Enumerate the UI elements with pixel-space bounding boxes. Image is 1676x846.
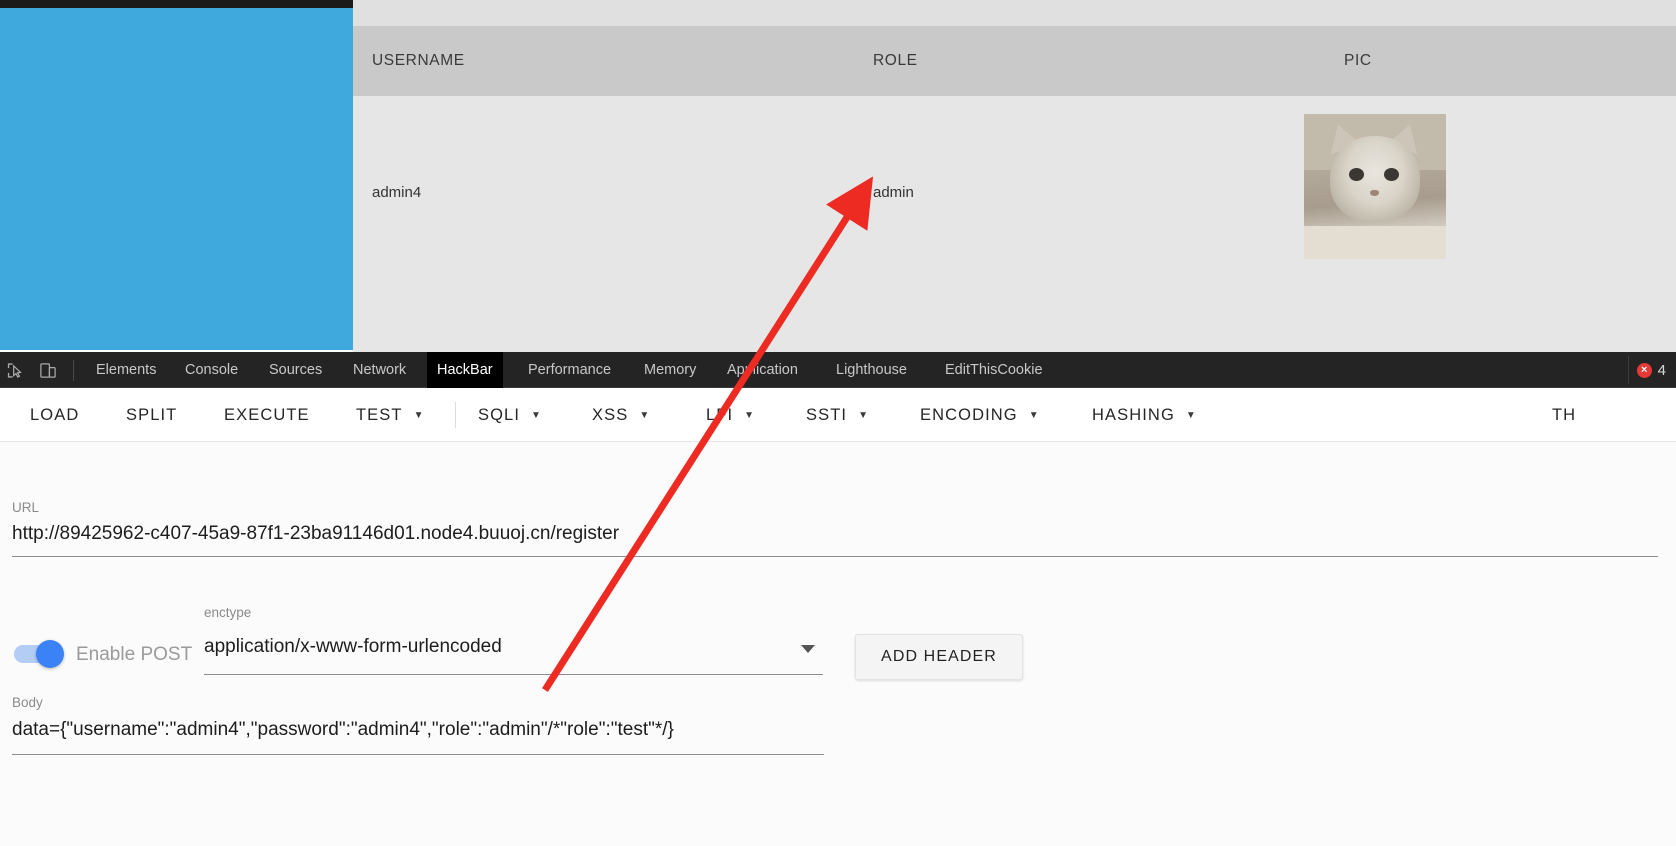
cat-eye-right	[1384, 168, 1399, 181]
label: XSS	[592, 406, 629, 424]
cat-eye-left	[1349, 168, 1364, 181]
chevron-down-icon: ▼	[1028, 409, 1040, 421]
tab-lighthouse[interactable]: Lighthouse	[826, 352, 917, 388]
column-header-username: USERNAME	[372, 52, 465, 69]
column-header-pic: PIC	[1344, 52, 1372, 69]
label: SPLIT	[126, 406, 178, 424]
cat-head	[1330, 136, 1420, 222]
cell-username: admin4	[372, 184, 422, 201]
chevron-down-icon: ▼	[531, 409, 543, 421]
enctype-select[interactable]: application/x-www-form-urlencoded	[204, 636, 502, 658]
chevron-down-icon: ▼	[413, 409, 425, 421]
table-header-row	[353, 26, 1676, 96]
hackbar-execute-button[interactable]: EXECUTE	[224, 388, 310, 442]
label: LFI	[706, 406, 734, 424]
devtools-panel: Elements Console Sources Network HackBar…	[0, 352, 1676, 846]
column-header-role: ROLE	[873, 52, 918, 69]
chevron-down-icon[interactable]	[801, 645, 815, 653]
browser-viewport: USERNAME ROLE PIC admin4 admin	[0, 0, 1676, 352]
users-table: USERNAME ROLE PIC admin4 admin	[353, 0, 1676, 352]
devtools-tab-bar: Elements Console Sources Network HackBar…	[0, 352, 1676, 388]
hackbar-test-menu[interactable]: TEST ▼	[356, 388, 425, 442]
hackbar-sqli-menu[interactable]: SQLI ▼	[478, 388, 542, 442]
hackbar-lfi-menu[interactable]: LFI ▼	[706, 388, 755, 442]
hackbar-hashing-menu[interactable]: HASHING ▼	[1092, 388, 1197, 442]
tab-console[interactable]: Console	[175, 352, 248, 388]
hackbar-encoding-menu[interactable]: ENCODING ▼	[920, 388, 1040, 442]
enable-post-label: Enable POST	[76, 644, 193, 665]
hackbar-xss-menu[interactable]: XSS ▼	[592, 388, 650, 442]
error-count-badge[interactable]: × 4	[1627, 356, 1676, 384]
label: TH	[1552, 406, 1577, 424]
body-input-underline	[12, 754, 824, 755]
blue-side-panel	[0, 8, 353, 350]
hackbar-load-button[interactable]: LOAD	[30, 388, 79, 442]
device-toolbar-icon[interactable]	[38, 361, 58, 380]
label: SQLI	[478, 406, 521, 424]
label: ENCODING	[920, 406, 1018, 424]
add-header-button[interactable]: ADD HEADER	[855, 634, 1023, 680]
tab-hackbar[interactable]: HackBar	[427, 352, 503, 388]
cell-role: admin	[873, 184, 914, 201]
table-topbar	[353, 0, 1676, 26]
photo-background-floor	[1304, 226, 1446, 259]
hackbar-toolbar: LOAD SPLIT EXECUTE TEST ▼ SQLI ▼ XSS ▼ LFI ▼…	[0, 388, 1676, 442]
cat-nose	[1370, 190, 1379, 196]
tab-memory[interactable]: Memory	[634, 352, 706, 388]
chevron-down-icon: ▼	[744, 409, 756, 421]
url-field-label: URL	[12, 500, 40, 515]
hackbar-ssti-menu[interactable]: SSTI ▼	[806, 388, 869, 442]
top-dark-strip	[0, 0, 353, 8]
tab-editthiscookie[interactable]: EditThisCookie	[935, 352, 1053, 388]
inspect-element-icon[interactable]	[5, 361, 25, 380]
chevron-down-icon: ▼	[1185, 409, 1197, 421]
table-row: admin4 admin	[353, 96, 1676, 352]
toolbar-group-separator	[455, 402, 456, 428]
tab-elements[interactable]: Elements	[86, 352, 166, 388]
label: EXECUTE	[224, 406, 310, 424]
hackbar-overflow-menu[interactable]: TH	[1552, 388, 1576, 442]
url-input[interactable]: http://89425962-c407-45a9-87f1-23ba91146…	[12, 523, 619, 545]
cat-photo-image	[1304, 114, 1446, 259]
chevron-down-icon: ▼	[639, 409, 651, 421]
error-icon: ×	[1636, 362, 1652, 378]
enctype-underline	[204, 674, 823, 675]
tab-application[interactable]: Application	[717, 352, 808, 388]
enctype-label: enctype	[204, 605, 252, 620]
toggle-knob	[36, 640, 64, 668]
body-input[interactable]: data={"username":"admin4","password":"ad…	[12, 719, 674, 741]
tab-network[interactable]: Network	[343, 352, 416, 388]
label: LOAD	[30, 406, 80, 424]
label: HASHING	[1092, 406, 1175, 424]
tab-sources[interactable]: Sources	[259, 352, 332, 388]
chevron-down-icon: ▼	[858, 409, 870, 421]
url-input-underline	[12, 556, 1658, 557]
toolbar-divider	[73, 360, 74, 381]
error-count-label: 4	[1657, 361, 1666, 379]
body-field-label: Body	[12, 695, 43, 710]
label: TEST	[356, 406, 403, 424]
hackbar-split-button[interactable]: SPLIT	[126, 388, 177, 442]
tab-performance[interactable]: Performance	[518, 352, 621, 388]
label: SSTI	[806, 406, 848, 424]
screenshot-root: USERNAME ROLE PIC admin4 admin Elements …	[0, 0, 1676, 846]
